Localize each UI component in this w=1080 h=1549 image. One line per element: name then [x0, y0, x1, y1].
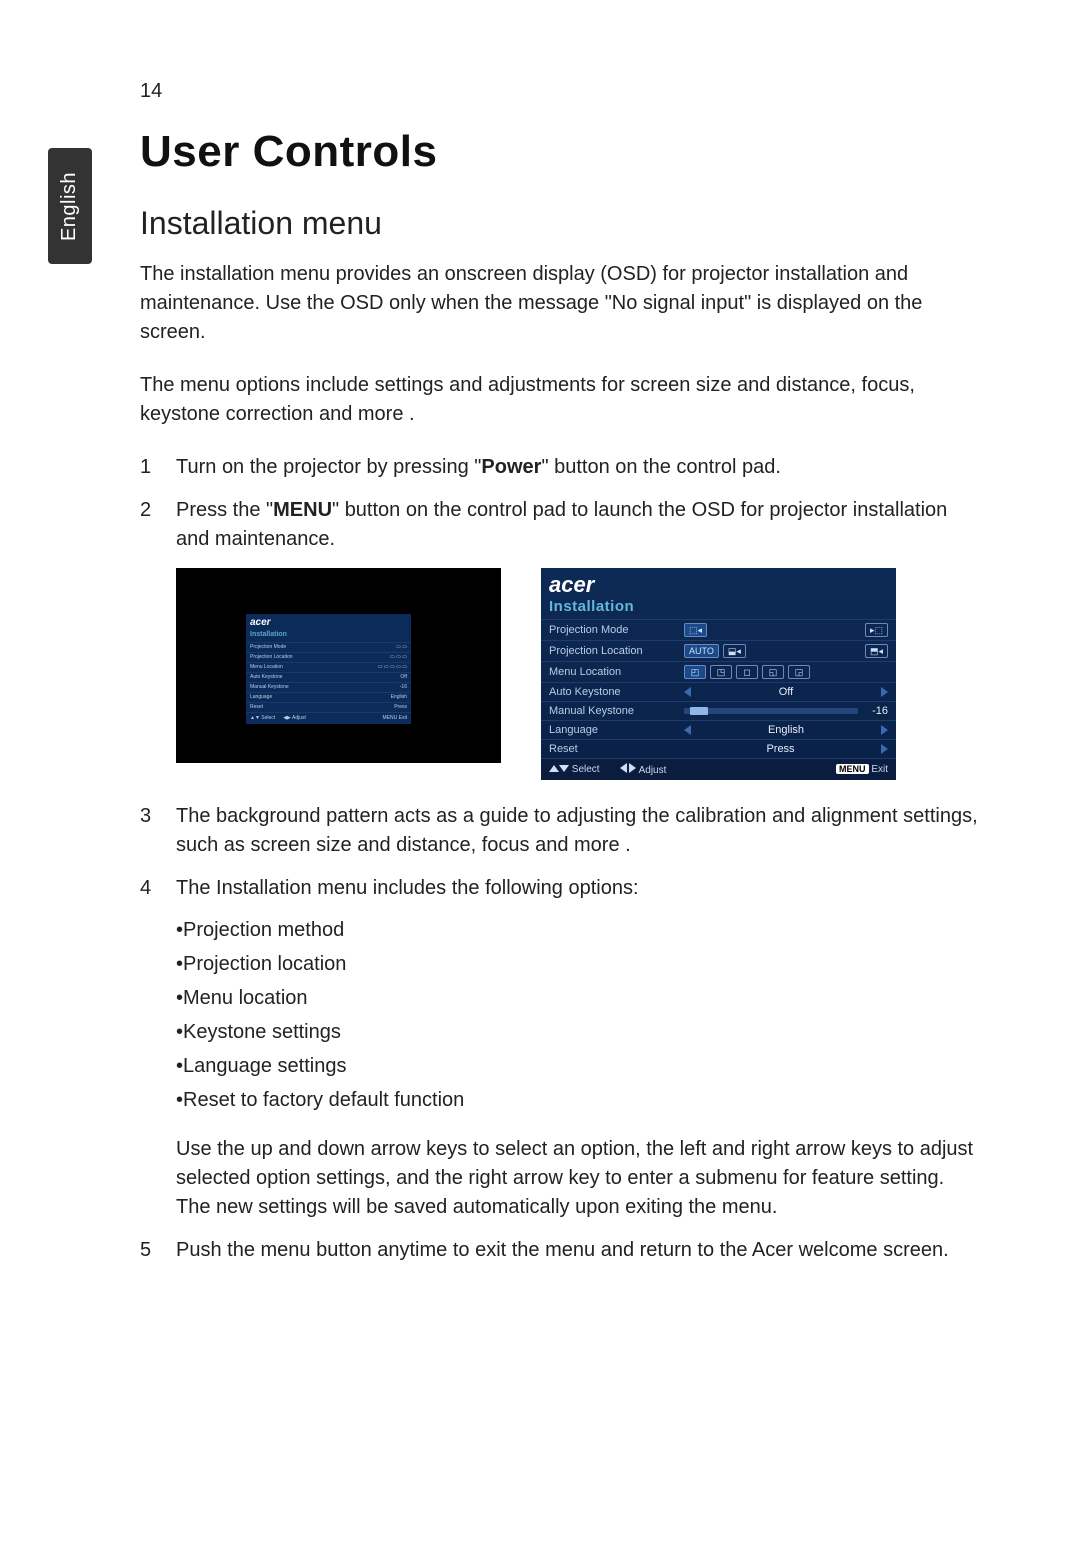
language-tab-label: English [59, 171, 82, 240]
footer-exit: MENU Exit [836, 764, 888, 775]
arrow-right-icon[interactable] [881, 744, 888, 754]
page-number: 14 [140, 80, 980, 103]
osd-figures: acer Installation Projection Mode▭ ▭ Pro… [176, 568, 980, 780]
step-2: 2 Press the "MENU" button on the control… [140, 496, 980, 554]
footer-adjust: Adjust [620, 763, 667, 776]
osd-title: Installation [246, 630, 411, 642]
options-sublist: •Projection method •Projection location … [176, 913, 980, 1117]
osd-row-auto-keystone[interactable]: Auto Keystone Off [541, 682, 896, 701]
reset-value: Press [684, 743, 877, 755]
step-5: 5 Push the menu button anytime to exit t… [140, 1236, 980, 1265]
osd-footer: Select Adjust MENU Exit [541, 758, 896, 780]
projection-mode-rear-icon[interactable]: ▸⬚ [865, 623, 888, 637]
section-title: Installation menu [140, 205, 980, 242]
osd-row-language[interactable]: Language English [541, 720, 896, 739]
triangle-right-icon [629, 763, 636, 773]
triangle-down-icon [559, 765, 569, 772]
osd-row-reset[interactable]: Reset Press [541, 739, 896, 758]
arrow-right-icon[interactable] [881, 687, 888, 697]
projection-location-desktop-icon[interactable]: ⬓◂ [723, 644, 746, 658]
arrow-left-icon[interactable] [684, 725, 691, 735]
osd-small-panel: acer Installation Projection Mode▭ ▭ Pro… [246, 614, 411, 724]
menu-loc-tl-icon[interactable]: ◰ [684, 665, 706, 679]
menu-loc-c-icon[interactable]: ◻ [736, 665, 758, 679]
list-item: •Menu location [176, 981, 980, 1015]
projection-location-ceiling-icon[interactable]: ⬒◂ [865, 644, 888, 658]
menu-loc-bl-icon[interactable]: ◱ [762, 665, 784, 679]
osd-row-menu-location[interactable]: Menu Location ◰ ◳ ◻ ◱ ◲ [541, 661, 896, 682]
osd-row-projection-mode[interactable]: Projection Mode ⬚◂ ▸⬚ [541, 619, 896, 640]
intro-paragraph-1: The installation menu provides an onscre… [140, 260, 980, 347]
language-tab: English [48, 148, 92, 264]
projection-location-auto-icon[interactable]: AUTO [684, 644, 719, 658]
step-1: 1 Turn on the projector by pressing "Pow… [140, 453, 980, 482]
osd-brand: acer [246, 614, 411, 630]
step-3: 3 The background pattern acts as a guide… [140, 802, 980, 860]
step-4: 4 The Installation menu includes the fol… [140, 874, 980, 1222]
auto-keystone-value: Off [695, 686, 877, 698]
osd-row-manual-keystone[interactable]: Manual Keystone -16 [541, 701, 896, 720]
osd-row-projection-location[interactable]: Projection Location AUTO ⬓◂ ⬒◂ [541, 640, 896, 661]
projection-mode-front-icon[interactable]: ⬚◂ [684, 623, 707, 637]
triangle-left-icon [620, 763, 627, 773]
menu-loc-tr-icon[interactable]: ◳ [710, 665, 732, 679]
step-4-tail: Use the up and down arrow keys to select… [176, 1135, 980, 1222]
arrow-right-icon[interactable] [881, 725, 888, 735]
steps-list: 1 Turn on the projector by pressing "Pow… [140, 453, 980, 554]
list-item: •Language settings [176, 1049, 980, 1083]
osd-title: Installation [541, 598, 896, 619]
arrow-left-icon[interactable] [684, 687, 691, 697]
triangle-up-icon [549, 765, 559, 772]
language-value: English [695, 724, 877, 736]
footer-select: Select [549, 764, 600, 775]
list-item: •Projection location [176, 947, 980, 981]
intro-paragraph-2: The menu options include settings and ad… [140, 371, 980, 429]
list-item: •Projection method [176, 913, 980, 947]
list-item: •Keystone settings [176, 1015, 980, 1049]
osd-panel-large: acer Installation Projection Mode ⬚◂ ▸⬚ … [541, 568, 896, 780]
osd-preview-small: acer Installation Projection Mode▭ ▭ Pro… [176, 568, 501, 763]
keystone-slider[interactable] [684, 708, 858, 714]
manual-page: English 14 User Controls Installation me… [0, 0, 1080, 1549]
menu-loc-br-icon[interactable]: ◲ [788, 665, 810, 679]
steps-list-cont: 3 The background pattern acts as a guide… [140, 802, 980, 1265]
manual-keystone-value: -16 [864, 705, 888, 717]
page-title: User Controls [140, 127, 980, 177]
osd-brand: acer [541, 568, 896, 598]
list-item: •Reset to factory default function [176, 1083, 980, 1117]
